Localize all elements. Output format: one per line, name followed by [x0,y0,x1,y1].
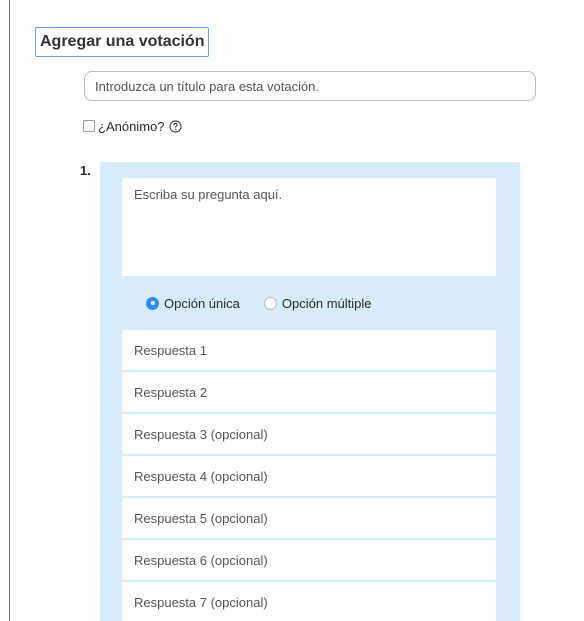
answer-input-5[interactable] [122,498,496,538]
poll-editor: Agregar una votación ¿Anónimo? 1. Opción… [0,0,584,621]
poll-title-input[interactable] [84,71,536,101]
answer-input-6[interactable] [122,540,496,580]
question-panel: Opción única Opción múltiple [100,162,520,621]
page-title: Agregar una votación [35,27,210,57]
question-type-selector: Opción única Opción múltiple [146,293,396,313]
question-circle-icon[interactable] [169,119,183,133]
multiple-choice-radio[interactable] [263,296,277,310]
anonymous-label: ¿Anónimo? [98,118,165,134]
question-number: 1. [80,163,91,178]
answer-input-4[interactable] [122,456,496,496]
single-choice-option[interactable]: Opción única [146,296,240,311]
divider [9,0,10,621]
anonymous-row: ¿Anónimo? [83,116,183,136]
anonymous-checkbox[interactable] [83,120,95,132]
single-choice-label: Opción única [164,295,240,311]
answer-input-3[interactable] [122,414,496,454]
answer-input-2[interactable] [122,372,496,412]
answer-list [122,330,496,621]
question-input[interactable] [122,178,496,276]
multiple-choice-option[interactable]: Opción múltiple [263,295,372,311]
single-choice-radio[interactable] [146,296,159,310]
answer-input-1[interactable] [122,330,496,370]
multiple-choice-label: Opción múltiple [281,295,372,311]
answer-input-7[interactable] [122,582,496,621]
